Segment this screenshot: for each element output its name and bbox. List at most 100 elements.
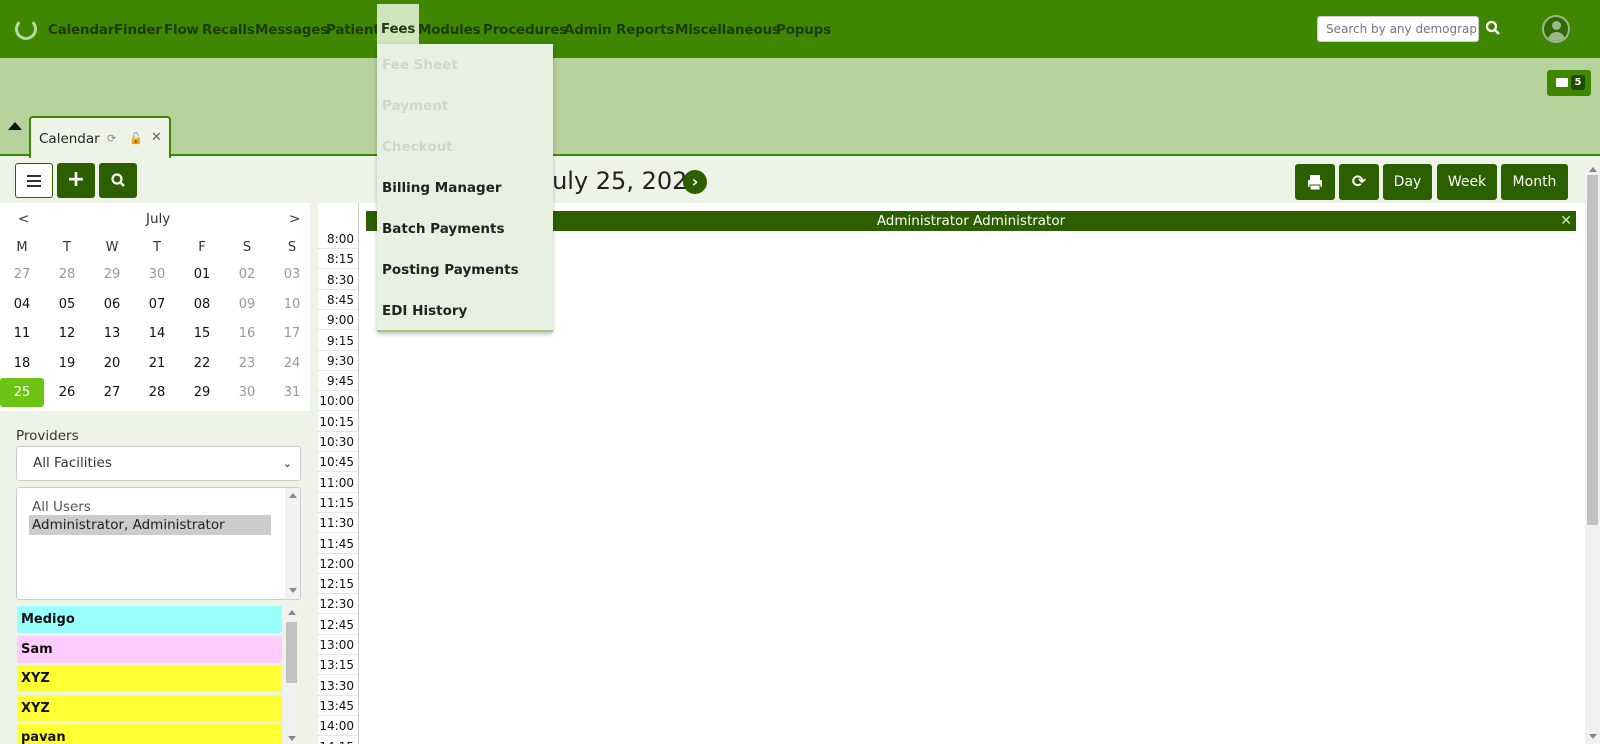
calendar-day[interactable]: 24 <box>270 349 314 378</box>
category-item[interactable]: pavan <box>17 724 282 744</box>
view-week-button[interactable]: Week <box>1437 164 1497 200</box>
calendar-day[interactable]: 08 <box>180 290 224 319</box>
time-slot-label[interactable]: 10:15 <box>318 412 358 432</box>
collapse-caret-icon[interactable] <box>8 122 22 130</box>
tab-calendar[interactable]: Calendar ⟳ 🔓 ✕ <box>29 116 171 158</box>
calendar-day[interactable]: 29 <box>180 378 224 407</box>
unlock-icon[interactable]: 🔓 <box>129 132 143 145</box>
next-month-button[interactable]: > <box>289 211 300 227</box>
calendar-day[interactable]: 16 <box>225 319 269 348</box>
calendar-day[interactable]: 23 <box>225 349 269 378</box>
nav-patient[interactable]: Patient <box>326 21 380 39</box>
nav-reports[interactable]: Reports <box>616 21 674 39</box>
menu-toggle-button[interactable] <box>15 163 53 198</box>
time-slot-label[interactable]: 9:15 <box>318 331 358 351</box>
nav-flow[interactable]: Flow <box>164 21 199 39</box>
calendar-day-today[interactable]: 25 <box>0 378 44 407</box>
nav-miscellaneous[interactable]: Miscellaneous <box>675 21 780 39</box>
time-slot-label[interactable]: 12:00 <box>318 554 358 574</box>
patient-search-input[interactable]: Search by any demographics <box>1317 16 1479 42</box>
time-slot-label[interactable]: 8:30 <box>318 270 358 290</box>
provider-list[interactable]: All Users Administrator, Administrator <box>16 487 301 600</box>
time-slot-label[interactable]: 11:30 <box>318 513 358 534</box>
time-slot-label[interactable]: 13:30 <box>318 676 358 696</box>
facility-select[interactable]: All Facilities ⌄ <box>16 446 301 481</box>
view-day-button[interactable]: Day <box>1383 164 1432 200</box>
time-slot-label[interactable]: 12:30 <box>318 594 358 615</box>
nav-messages[interactable]: Messages <box>255 21 328 39</box>
nav-popups[interactable]: Popups <box>776 21 831 39</box>
calendar-day[interactable]: 28 <box>135 378 179 407</box>
time-slot-label[interactable]: 8:45 <box>318 290 358 310</box>
calendar-day[interactable]: 22 <box>180 349 224 378</box>
time-slot-label[interactable]: 11:45 <box>318 534 358 554</box>
time-slot-label[interactable]: 10:00 <box>318 391 358 412</box>
nav-finder[interactable]: Finder <box>114 21 162 39</box>
time-slot-label[interactable]: 9:30 <box>318 351 358 371</box>
calendar-day[interactable]: 15 <box>180 319 224 348</box>
time-slot-label[interactable]: 11:00 <box>318 473 358 493</box>
fees-menu-item-batch-payments[interactable]: Batch Payments <box>382 220 505 238</box>
time-slot-label[interactable]: 11:15 <box>318 493 358 513</box>
category-item[interactable]: XYZ <box>17 694 282 722</box>
calendar-day[interactable]: 18 <box>0 349 44 378</box>
time-slot-label[interactable]: 9:00 <box>318 310 358 331</box>
print-button[interactable] <box>1295 164 1335 200</box>
list-item-selected[interactable]: Administrator, Administrator <box>29 515 271 535</box>
provider-list-scrollbar[interactable] <box>285 488 300 599</box>
calendar-day[interactable]: 09 <box>225 290 269 319</box>
user-avatar-icon[interactable] <box>1542 15 1570 43</box>
time-slot-label[interactable]: 10:45 <box>318 452 358 473</box>
calendar-day[interactable]: 17 <box>270 319 314 348</box>
calendar-day[interactable]: 03 <box>270 260 314 289</box>
search-appointments-button[interactable] <box>99 163 137 198</box>
calendar-day[interactable]: 11 <box>0 319 44 348</box>
time-slot-label[interactable]: 9:45 <box>318 371 358 392</box>
refresh-button[interactable]: ⟳ <box>1339 164 1379 200</box>
fees-menu-item-billing-manager[interactable]: Billing Manager <box>382 179 502 197</box>
calendar-day[interactable]: 13 <box>90 319 134 348</box>
page-scrollbar[interactable] <box>1585 163 1600 744</box>
calendar-day[interactable]: 26 <box>45 378 89 407</box>
calendar-day[interactable]: 30 <box>225 378 269 407</box>
calendar-day[interactable]: 27 <box>90 378 134 407</box>
calendar-day[interactable]: 21 <box>135 349 179 378</box>
category-scrollbar[interactable] <box>284 605 299 744</box>
nav-calendar[interactable]: Calendar <box>48 21 114 39</box>
calendar-day[interactable]: 01 <box>180 260 224 289</box>
nav-recalls[interactable]: Recalls <box>202 21 255 39</box>
calendar-day[interactable]: 27 <box>0 260 44 289</box>
time-slot-label[interactable]: 12:45 <box>318 615 358 635</box>
time-slot-label[interactable]: 10:30 <box>318 432 358 452</box>
time-slot-label[interactable]: 12:15 <box>318 574 358 595</box>
nav-procedures[interactable]: Procedures <box>483 21 567 39</box>
add-appointment-button[interactable]: + <box>57 163 95 198</box>
close-icon[interactable]: ✕ <box>1560 211 1572 231</box>
logo-icon[interactable] <box>15 18 37 40</box>
messages-button[interactable]: 5 <box>1547 70 1591 96</box>
calendar-day[interactable]: 04 <box>0 290 44 319</box>
calendar-day[interactable]: 28 <box>45 260 89 289</box>
calendar-day[interactable]: 29 <box>90 260 134 289</box>
calendar-day[interactable]: 07 <box>135 290 179 319</box>
list-item[interactable]: All Users <box>29 497 271 517</box>
search-icon[interactable] <box>1485 20 1501 36</box>
calendar-day[interactable]: 02 <box>225 260 269 289</box>
next-day-button[interactable]: › <box>683 170 707 194</box>
time-slot-label[interactable]: 14:00 <box>318 716 358 737</box>
calendar-day[interactable]: 06 <box>90 290 134 319</box>
view-month-button[interactable]: Month <box>1501 164 1568 200</box>
category-item[interactable]: Medigo <box>17 606 282 633</box>
close-icon[interactable]: ✕ <box>151 130 162 145</box>
time-slot-label[interactable]: 8:00 <box>318 229 358 249</box>
fees-menu-item-posting-payments[interactable]: Posting Payments <box>382 261 519 279</box>
time-slot-label[interactable]: 14:15 <box>318 737 358 744</box>
calendar-day[interactable]: 31 <box>270 378 314 407</box>
category-item[interactable]: Sam <box>17 635 282 663</box>
fees-menu-item-edi-history[interactable]: EDI History <box>382 302 467 320</box>
time-slot-label[interactable]: 13:15 <box>318 655 358 676</box>
calendar-day[interactable]: 30 <box>135 260 179 289</box>
time-slot-label[interactable]: 13:00 <box>318 635 358 655</box>
calendar-day[interactable]: 14 <box>135 319 179 348</box>
prev-month-button[interactable]: < <box>18 211 29 227</box>
